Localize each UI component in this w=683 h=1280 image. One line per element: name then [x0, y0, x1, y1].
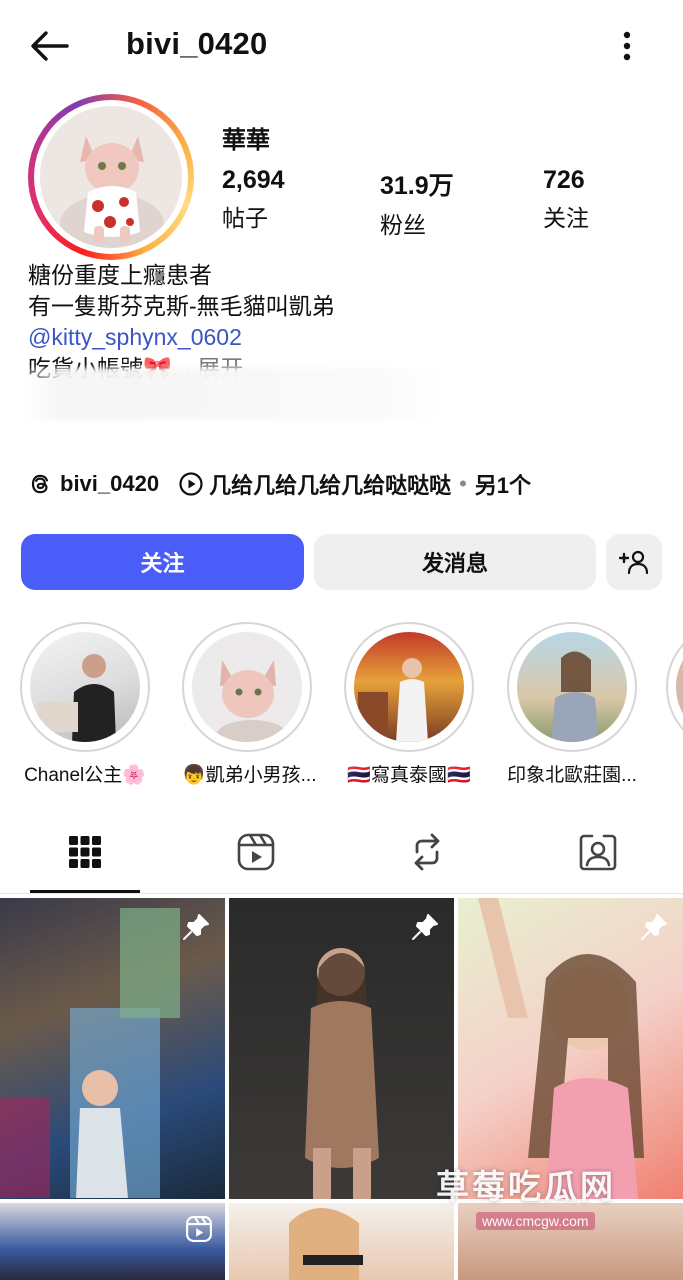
more-links[interactable]: 另1个 — [475, 468, 531, 500]
username-title: bivi_0420 — [126, 26, 268, 61]
watermark-url: www.cmcgw.com — [476, 1212, 595, 1230]
separator-dot: • — [459, 471, 467, 496]
stat-label: 粉丝 — [380, 212, 426, 238]
display-name: 華華 — [222, 127, 270, 154]
highlight-item[interactable]: Chanel公主🌸 — [20, 622, 150, 787]
highlight-item-partial[interactable] — [666, 622, 683, 752]
vertical-ellipsis-icon — [623, 31, 631, 61]
play-circle-icon — [179, 472, 203, 496]
bio: 糖份重度上癮患者 有一隻斯芬克斯-無毛貓叫凱弟 @kitty_sphynx_06… — [28, 260, 335, 384]
followers-count[interactable]: 31.9万 粉丝 — [380, 166, 454, 240]
tab-posts[interactable] — [61, 828, 109, 876]
following-count[interactable]: 726 关注 — [543, 166, 589, 233]
reels-icon — [237, 833, 275, 871]
suggest-users-button[interactable] — [606, 534, 662, 590]
music-link[interactable]: 几给几给几给几给哒哒哒 — [179, 468, 451, 500]
message-button[interactable]: 发消息 — [314, 534, 596, 590]
follow-button[interactable]: 关注 — [21, 534, 304, 590]
blurred-overlay — [22, 368, 442, 420]
highlight-label: 👦凱弟小男孩... — [182, 765, 317, 786]
stat-value: 726 — [543, 166, 585, 194]
highlight-label: 印象北歐莊園... — [507, 765, 637, 786]
stat-label: 关注 — [543, 205, 589, 231]
story-ring[interactable] — [28, 94, 194, 260]
mention-link[interactable]: @kitty_sphynx_0602 — [28, 322, 335, 353]
reels-icon — [186, 1216, 212, 1242]
highlight-cover — [507, 622, 637, 752]
threads-handle: bivi_0420 — [60, 471, 160, 496]
highlight-label: 🇹🇭寫真泰國🇹🇭 — [347, 765, 471, 786]
arrow-left-icon — [31, 31, 69, 61]
music-track: 几给几给几给几给哒哒哒 — [209, 473, 452, 498]
avatar[interactable] — [40, 106, 182, 248]
reposts-icon — [414, 833, 440, 871]
bio-line: 糖份重度上癮患者 — [28, 262, 212, 288]
sphynx-cat-photo — [40, 106, 182, 248]
tagged-icon — [579, 834, 617, 871]
tab-reels[interactable] — [232, 828, 280, 876]
grid-post[interactable] — [458, 898, 683, 1199]
add-user-icon — [618, 550, 649, 575]
grid-icon — [69, 836, 101, 868]
grid-post[interactable] — [229, 1203, 454, 1280]
grid-post[interactable] — [229, 898, 454, 1199]
top-bar: bivi_0420 — [0, 0, 683, 90]
content-tabs — [0, 810, 683, 894]
highlight-cover — [182, 622, 312, 752]
threads-icon — [31, 474, 49, 494]
stat-value: 2,694 — [222, 166, 285, 194]
pin-icon — [412, 914, 438, 940]
highlight-cover — [20, 622, 150, 752]
highlight-item[interactable]: 印象北歐莊園... — [507, 622, 637, 787]
highlight-cover — [344, 622, 474, 752]
pin-icon — [183, 914, 209, 940]
tab-tagged[interactable] — [574, 828, 622, 876]
highlight-cover — [666, 622, 683, 752]
posts-count[interactable]: 2,694 帖子 — [222, 166, 285, 233]
back-button[interactable] — [26, 26, 72, 66]
more-options-button[interactable] — [612, 24, 642, 68]
highlight-item[interactable]: 🇹🇭寫真泰國🇹🇭 — [344, 622, 474, 787]
highlight-item[interactable]: 👦凱弟小男孩... — [182, 622, 317, 787]
grid-post[interactable] — [0, 1203, 225, 1280]
active-tab-indicator — [30, 890, 140, 893]
bio-line: 有一隻斯芬克斯-無毛貓叫凱弟 — [28, 293, 335, 319]
highlight-label: Chanel公主🌸 — [24, 765, 146, 786]
profile-links: bivi_0420 几给几给几给几给哒哒哒 • 另1个 — [28, 466, 531, 502]
watermark-text: 草莓吃瓜网 — [436, 1168, 616, 1205]
tab-reposts[interactable] — [403, 828, 451, 876]
grid-post[interactable] — [0, 898, 225, 1199]
pin-icon — [641, 914, 667, 940]
stat-label: 帖子 — [222, 205, 268, 231]
threads-link[interactable]: bivi_0420 — [28, 471, 159, 497]
stat-value: 31.9万 — [380, 172, 454, 200]
